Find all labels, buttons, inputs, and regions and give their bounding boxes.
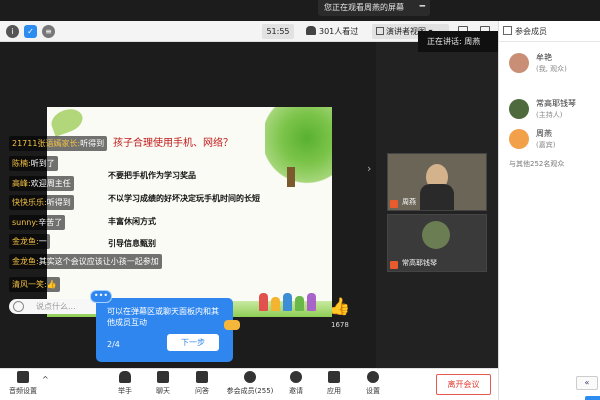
button-label: 问答 bbox=[195, 387, 209, 395]
participants-icon bbox=[244, 371, 256, 383]
chat-message: 快快乐乐:听得到 bbox=[9, 195, 74, 210]
share-banner: 您正在观看周燕的屏幕 ━ bbox=[318, 0, 430, 16]
chat-input-placeholder: 说点什么... bbox=[36, 302, 76, 311]
meeting-app: i ✓ ≡ 51:55 301人看过 演讲者视图 ▾ 您正在观看周燕的屏幕 ━ … bbox=[0, 0, 600, 400]
settings-button[interactable]: 设置 bbox=[354, 371, 392, 399]
children-illustration bbox=[259, 287, 319, 311]
video-tile-zhouyan[interactable]: 周燕 bbox=[387, 153, 487, 211]
video-name: 常高耶钱琴 bbox=[402, 259, 437, 267]
invite-icon bbox=[290, 371, 302, 383]
chat-icon bbox=[157, 371, 169, 383]
member-item[interactable]: 牟艳 (我, 观众) bbox=[509, 51, 599, 77]
leaf-decoration bbox=[48, 107, 86, 137]
audio-settings-button[interactable]: 音频设置 bbox=[0, 371, 46, 399]
chat-message: 金龙鱼:一 bbox=[9, 234, 50, 249]
button-label: 应用 bbox=[327, 387, 341, 395]
viewer-count-label: 301人看过 bbox=[319, 27, 359, 36]
tree-trunk bbox=[287, 167, 295, 187]
member-role: (嘉宾) bbox=[536, 141, 556, 149]
chat-button[interactable]: 聊天 bbox=[144, 371, 182, 399]
button-label: 设置 bbox=[366, 387, 380, 395]
mic-icon bbox=[390, 261, 398, 269]
emoji-icon[interactable] bbox=[13, 301, 24, 312]
next-step-button[interactable]: 下一步 bbox=[167, 334, 219, 351]
chat-input[interactable]: 说点什么... bbox=[9, 299, 104, 314]
people-icon bbox=[306, 26, 316, 35]
avatar bbox=[509, 53, 529, 73]
meeting-timer: 51:55 bbox=[262, 24, 294, 39]
shield-icon[interactable]: ✓ bbox=[24, 25, 37, 38]
chat-message: sunny:辛苦了 bbox=[9, 215, 66, 230]
speaker-icon bbox=[17, 371, 29, 383]
button-label: 音频设置 bbox=[9, 387, 37, 395]
network-icon[interactable]: ≡ bbox=[42, 25, 55, 38]
slide-bullet: 不要把手机作为学习奖品 bbox=[108, 170, 196, 180]
minimize-icon[interactable]: ━ bbox=[420, 3, 425, 12]
member-name: 周燕 bbox=[536, 129, 552, 138]
video-name: 周燕 bbox=[402, 198, 416, 206]
chat-message: 金龙鱼:其实这个会议应该让小孩一起参加 bbox=[9, 254, 162, 269]
share-banner-text: 您正在观看周燕的屏幕 bbox=[324, 3, 404, 12]
viewer-count[interactable]: 301人看过 bbox=[306, 24, 358, 39]
hand-icon bbox=[119, 371, 131, 383]
onboarding-tooltip: ••• 可以在弹幕区或聊天面板内和其他成员互动 2/4 下一步 bbox=[90, 290, 233, 362]
like-icon[interactable]: 👍 bbox=[329, 297, 350, 317]
chat-toggle-button[interactable]: 举 bbox=[585, 396, 600, 400]
slide-bullet: 丰富休闲方式 bbox=[108, 216, 156, 226]
tooltip-accent-decoration bbox=[224, 320, 240, 330]
grid-icon bbox=[376, 27, 384, 35]
button-label: 聊天 bbox=[156, 387, 170, 395]
speaking-indicator: 正在讲话: 周燕 bbox=[418, 31, 498, 52]
tooltip-step: 2/4 bbox=[107, 340, 120, 349]
button-label: 参会成员(255) bbox=[226, 387, 274, 395]
gear-icon bbox=[367, 371, 379, 383]
raise-hand-button[interactable]: 举手 bbox=[106, 371, 144, 399]
member-name: 牟艳 bbox=[536, 53, 552, 62]
panel-header[interactable]: 参会成员 bbox=[499, 21, 600, 42]
member-item[interactable]: 周燕 (嘉宾) bbox=[509, 127, 599, 153]
chevron-up-icon[interactable]: ^ bbox=[42, 375, 49, 384]
question-icon bbox=[196, 371, 208, 383]
mic-icon bbox=[390, 200, 398, 208]
apps-button[interactable]: 应用 bbox=[315, 371, 353, 399]
avatar bbox=[509, 129, 529, 149]
button-label: 邀请 bbox=[289, 387, 303, 395]
leave-meeting-button[interactable]: 离开会议 bbox=[436, 374, 491, 395]
button-label: 举手 bbox=[118, 387, 132, 395]
avatar bbox=[422, 221, 450, 249]
slide-bullet: 引导信息甄别 bbox=[108, 238, 156, 248]
apps-icon bbox=[328, 371, 340, 383]
collapse-panel-button[interactable]: « bbox=[576, 376, 598, 390]
video-tile-host[interactable]: 常高耶钱琴 bbox=[387, 214, 487, 272]
chat-message: 清风一笑:👍 bbox=[9, 277, 60, 292]
chat-message: 21711张语嫣家长:听得到 bbox=[9, 136, 108, 151]
info-icon[interactable]: i bbox=[6, 25, 19, 38]
chat-bubble-icon: ••• bbox=[90, 290, 112, 303]
sidebar-icon bbox=[503, 26, 512, 35]
like-count: 1678 bbox=[331, 321, 349, 329]
collapse-strip-icon[interactable]: › bbox=[367, 162, 371, 175]
participants-panel: 参会成员 牟艳 (我, 观众) 常高耶钱琴 (主持人) 周燕 (嘉宾) 与其他2… bbox=[498, 21, 600, 400]
bottom-toolbar: 音频设置 ^ 举手 聊天 问答 参会成员(255) 邀请 应用 设置 离开会议 bbox=[0, 368, 498, 400]
qa-button[interactable]: 问答 bbox=[183, 371, 221, 399]
slide-title: 孩子合理使用手机、网络？ bbox=[113, 138, 233, 149]
chat-message: 高峰:欢迎周主任 bbox=[9, 176, 74, 191]
participants-button[interactable]: 参会成员(255) bbox=[222, 371, 278, 399]
panel-title: 参会成员 bbox=[515, 27, 547, 36]
other-viewers-link[interactable]: 与其他252名观众 bbox=[509, 159, 564, 169]
member-item[interactable]: 常高耶钱琴 (主持人) bbox=[509, 97, 599, 123]
avatar bbox=[509, 99, 529, 119]
slide-bullet: 不以学习成绩的好坏决定玩手机时间的长短 bbox=[108, 193, 260, 203]
chat-message: 陈楠:听到了 bbox=[9, 156, 58, 171]
invite-button[interactable]: 邀请 bbox=[277, 371, 315, 399]
member-name: 常高耶钱琴 bbox=[536, 99, 576, 108]
member-role: (主持人) bbox=[536, 111, 563, 119]
tooltip-text: 可以在弹幕区或聊天面板内和其他成员互动 bbox=[107, 307, 219, 327]
tree-decoration bbox=[265, 107, 332, 185]
member-role: (我, 观众) bbox=[536, 65, 567, 73]
person-body bbox=[420, 184, 454, 210]
